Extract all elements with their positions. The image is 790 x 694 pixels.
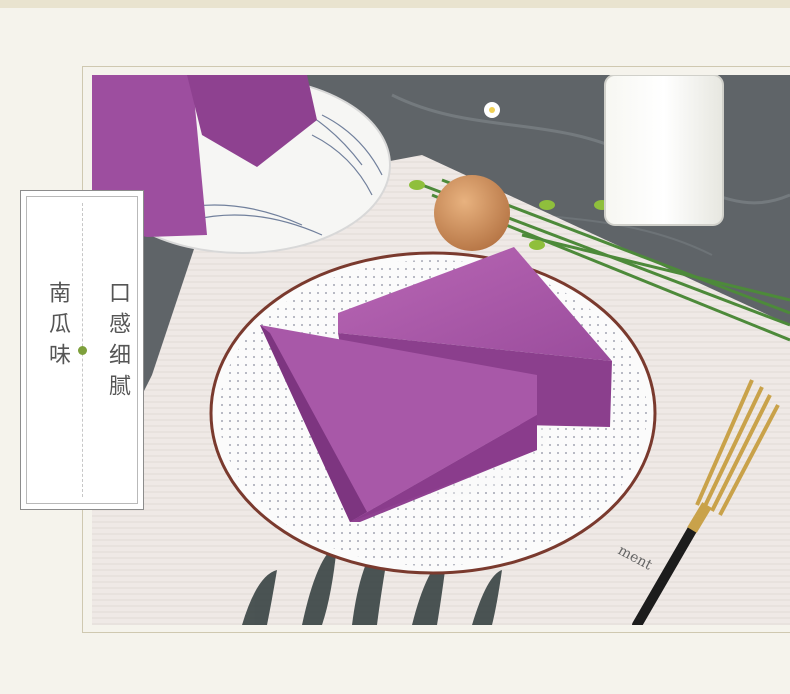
flavor-text: 南瓜味 [45, 281, 70, 374]
label-card: 南瓜味 口感细腻 [20, 190, 144, 510]
green-dot [78, 346, 87, 355]
flower [484, 102, 500, 118]
texture-text: 口感细腻 [105, 281, 130, 405]
top-band [0, 0, 790, 8]
frame-line-bottom [82, 632, 790, 633]
egg [434, 175, 510, 251]
product-photo: ment [92, 75, 790, 625]
frame-line-top [82, 66, 790, 67]
milk-glass [604, 75, 724, 226]
